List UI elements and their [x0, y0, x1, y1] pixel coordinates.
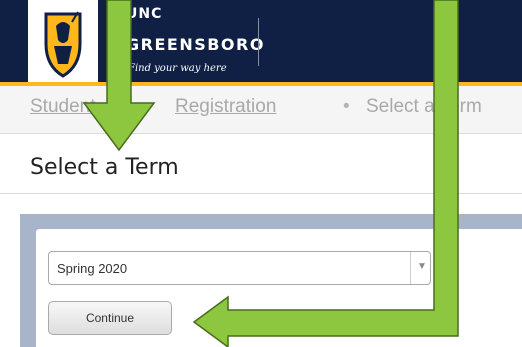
spartan-logo-icon[interactable] — [28, 0, 98, 82]
term-select[interactable]: Spring 2020 ▼ — [48, 251, 431, 285]
chevron-down-icon[interactable]: ▼ — [417, 261, 427, 272]
term-select-value: Spring 2020 — [57, 261, 128, 276]
breadcrumb-registration-link[interactable]: Registration — [175, 96, 276, 118]
breadcrumb-student-link[interactable]: Student — [30, 96, 96, 118]
breadcrumb-separator: • — [343, 96, 350, 117]
page-title: Select a Term — [30, 155, 179, 180]
header-divider — [258, 18, 259, 66]
continue-button[interactable]: Continue — [48, 301, 172, 335]
breadcrumb-current: Select a Term — [366, 96, 482, 117]
select-divider — [410, 252, 411, 284]
logo-line-greensboro: GREENSBORO — [126, 35, 265, 54]
logo-line-unc: UNC — [126, 6, 163, 22]
logo-tagline: Find your way here — [128, 63, 227, 74]
breadcrumb-separator: • — [120, 96, 127, 117]
